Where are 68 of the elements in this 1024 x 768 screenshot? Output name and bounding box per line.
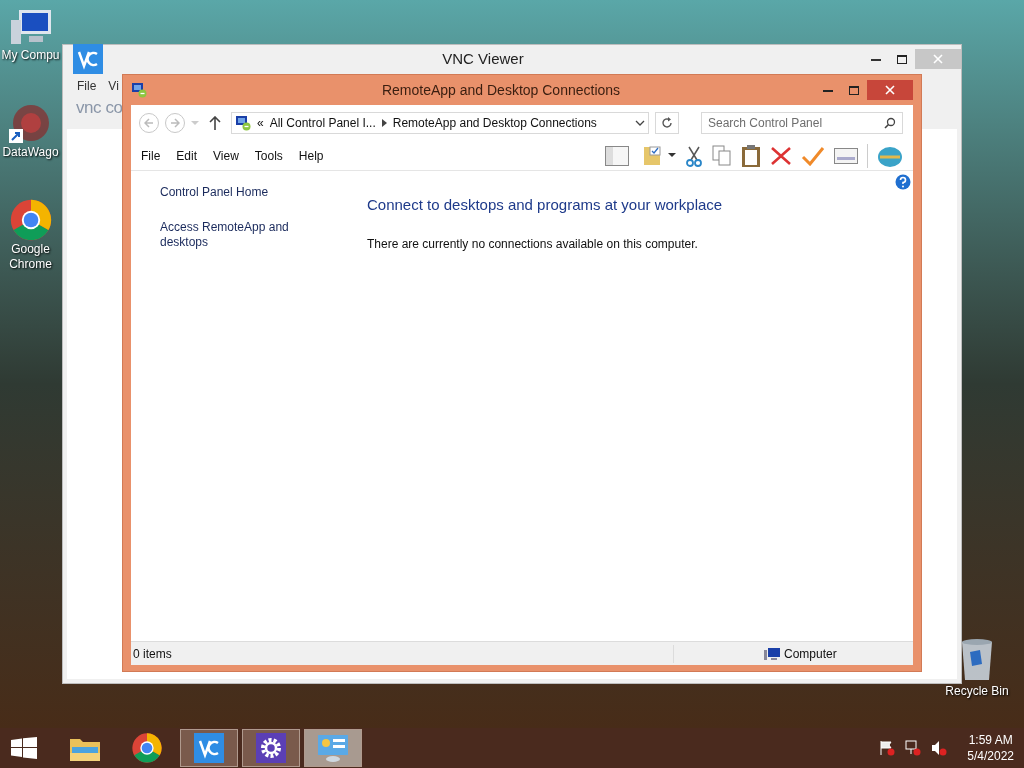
- back-arrow-icon: [144, 118, 154, 128]
- maximize-icon: [849, 85, 859, 95]
- refresh-icon: [661, 117, 673, 129]
- layout-icon[interactable]: [605, 145, 629, 166]
- menu-item[interactable]: Vi: [108, 77, 119, 95]
- page-heading: Connect to desktops and programs at your workplace: [367, 195, 724, 215]
- checkmark-icon[interactable]: [801, 145, 825, 166]
- computer-icon: [764, 646, 780, 661]
- control-panel-icon: [317, 733, 349, 763]
- menu-item[interactable]: Help: [298, 146, 324, 165]
- help-icon[interactable]: [895, 174, 911, 190]
- menu-item[interactable]: File: [141, 146, 161, 165]
- chevron-icon: [381, 119, 387, 127]
- flag-icon[interactable]: [879, 740, 896, 756]
- sidebar-link[interactable]: Access RemoteApp and desktops: [160, 220, 339, 250]
- network-icon[interactable]: [905, 740, 922, 756]
- windows-logo-icon: [11, 737, 37, 759]
- menu-item[interactable]: File: [77, 77, 97, 95]
- window-title: RemoteApp and Desktop Connections: [381, 80, 621, 100]
- chrome-icon: [131, 732, 163, 764]
- close-icon: [885, 85, 895, 95]
- clock-date[interactable]: 5/4/2022: [967, 748, 1014, 764]
- vnc-icon: [73, 44, 103, 74]
- desktop-icon-label[interactable]: Google Chrome: [0, 242, 61, 272]
- desktop-icon-label[interactable]: DataWago: [2, 145, 59, 160]
- delete-icon[interactable]: [770, 145, 792, 166]
- breadcrumb[interactable]: RemoteApp and Desktop Connections: [392, 114, 597, 132]
- window-title: VNC Viewer: [442, 48, 524, 69]
- vnc-icon: [194, 733, 224, 763]
- taskbar-button[interactable]: [180, 729, 238, 767]
- location-text: Computer: [784, 645, 837, 663]
- search-field[interactable]: Search Control Panel: [701, 112, 903, 134]
- breadcrumb[interactable]: All Control Panel I...: [269, 114, 376, 132]
- shell-icon[interactable]: [877, 144, 903, 167]
- clipboard-icon[interactable]: [741, 143, 761, 168]
- properties-icon[interactable]: [834, 147, 858, 164]
- forward-arrow-icon: [170, 118, 180, 128]
- search-icon: [884, 117, 896, 129]
- vnc-logo: vnc co: [75, 97, 124, 119]
- search-input[interactable]: Search Control Panel: [708, 114, 884, 132]
- up-arrow-icon: [209, 116, 221, 130]
- caret-icon[interactable]: [668, 153, 676, 158]
- speaker-icon[interactable]: [931, 740, 948, 756]
- recycle-bin-icon: [960, 638, 994, 682]
- dropdown-icon: [635, 120, 645, 126]
- caret-icon: [191, 120, 199, 126]
- sidebar-link[interactable]: Control Panel Home: [160, 185, 339, 200]
- close-icon: [933, 54, 943, 64]
- maximize-icon: [897, 54, 907, 64]
- breadcrumb-overflow[interactable]: «: [257, 114, 264, 132]
- remote-desktop-icon: [131, 82, 147, 98]
- remote-desktop-icon: [235, 115, 251, 131]
- desktop-icon-label[interactable]: Recycle Bin: [945, 682, 1009, 700]
- minimize-icon: [871, 57, 881, 61]
- scissors-icon[interactable]: [685, 144, 703, 167]
- refresh-button[interactable]: [655, 112, 679, 134]
- folder-check-icon[interactable]: [642, 144, 662, 167]
- menu-item[interactable]: View: [213, 146, 239, 165]
- item-count: 0 items: [131, 644, 674, 663]
- minimize-icon: [823, 88, 833, 92]
- taskbar-button[interactable]: [242, 729, 300, 767]
- clock-time[interactable]: 1:59 AM: [968, 732, 1013, 748]
- gear-icon: [256, 733, 286, 763]
- menu-item[interactable]: Edit: [176, 146, 198, 165]
- message-text: There are currently no connections available on this computer.: [367, 235, 699, 253]
- menu-item[interactable]: Tools: [254, 146, 283, 165]
- address-bar[interactable]: « All Control Panel I... RemoteApp and Desktop Connections: [231, 112, 649, 134]
- chrome-icon: [8, 198, 53, 242]
